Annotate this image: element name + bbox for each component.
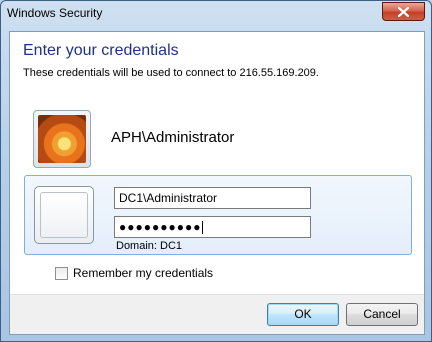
remember-label: Remember my credentials: [73, 266, 214, 280]
window-title: Windows Security: [7, 6, 103, 20]
text-caret: [202, 221, 204, 235]
dialog-footer: OK Cancel: [10, 294, 424, 334]
title-bar[interactable]: Windows Security: [1, 1, 431, 31]
active-credential-panel: DC1\Administrator ●●●●●●●●●● Domain: DC1: [24, 175, 412, 255]
password-field[interactable]: ●●●●●●●●●●: [114, 216, 311, 238]
domain-label: Domain: DC1: [116, 240, 183, 252]
cancel-button[interactable]: Cancel: [346, 303, 418, 326]
ok-button[interactable]: OK: [267, 303, 339, 326]
dialog-subtitle: These credentials will be used to connec…: [23, 67, 319, 79]
dialog-body: Enter your credentials These credentials…: [9, 31, 425, 335]
password-mask: ●●●●●●●●●●: [119, 220, 202, 234]
remember-checkbox[interactable]: [55, 266, 68, 280]
user-photo-icon: [33, 110, 91, 168]
saved-credential-name: APH\Administrator: [111, 129, 235, 146]
username-value: DC1\Administrator: [119, 191, 218, 205]
close-button[interactable]: [382, 2, 425, 21]
blank-user-tile-icon: [34, 186, 94, 244]
window-frame: Windows Security Enter your credentials …: [0, 0, 432, 342]
dialog-heading: Enter your credentials: [23, 42, 179, 59]
flower-image: [38, 115, 86, 163]
username-field[interactable]: DC1\Administrator: [114, 187, 311, 209]
close-icon: [398, 6, 409, 17]
remember-credentials-option[interactable]: Remember my credentials: [55, 266, 213, 280]
saved-credential-tile[interactable]: APH\Administrator: [33, 107, 403, 171]
